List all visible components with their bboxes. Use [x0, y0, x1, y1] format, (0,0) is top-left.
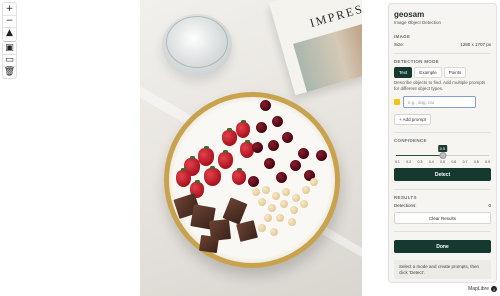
hazelnut: [270, 228, 278, 236]
strawberry: [218, 150, 233, 169]
hazelnut: [282, 188, 290, 196]
divider: [394, 189, 491, 190]
cherry: [316, 150, 327, 161]
hazelnut: [290, 206, 298, 214]
tick-label: 0.9: [485, 160, 490, 164]
strawberry: [176, 168, 191, 187]
cherry: [298, 148, 309, 159]
status-message: Select a mode and create prompts, then c…: [394, 260, 491, 279]
hazelnut: [302, 186, 310, 194]
hazelnut: [258, 198, 266, 206]
rectangle-tool-icon[interactable]: ▭: [3, 54, 16, 66]
prompt-color-swatch[interactable]: [394, 99, 400, 105]
trash-icon[interactable]: 🗑: [3, 66, 16, 78]
cherry: [252, 142, 263, 153]
image-size-value: 1280 x 1707 px: [460, 42, 491, 47]
detections-label: Detections:: [394, 203, 417, 208]
image-size-label: Size:: [394, 42, 405, 47]
divider: [394, 53, 491, 54]
panel-subtitle: Image Object Detection: [394, 20, 442, 25]
image-size-row: Size: 1280 x 1707 px: [394, 42, 491, 47]
mode-tab-example[interactable]: Example: [414, 67, 442, 78]
hazelnut: [272, 192, 280, 200]
add-prompt-button[interactable]: + Add prompt: [394, 114, 431, 125]
prompt-input[interactable]: [403, 96, 476, 108]
image-section-heading: IMAGE: [394, 34, 411, 39]
book-image: IMPRES: [268, 0, 362, 96]
map-attribution: MapLibre i: [468, 286, 497, 292]
bbox-tool-icon[interactable]: ▣: [3, 42, 16, 54]
cherry: [290, 160, 301, 171]
attribution-text[interactable]: MapLibre: [468, 286, 489, 292]
confidence-value-badge: 0.5: [437, 145, 448, 152]
divider: [394, 231, 491, 232]
hazelnut: [252, 188, 260, 196]
hazelnut: [292, 194, 300, 202]
detections-count: 0: [488, 203, 491, 208]
hazelnut: [262, 186, 270, 194]
strawberry: [222, 128, 237, 146]
detections-row: Detections: 0: [394, 203, 491, 208]
confidence-ticks: 0.1 0.2 0.3 0.4 0.5 0.6 0.7 0.8 0.9: [394, 160, 491, 164]
draw-control-group: ▣ ▭ 🗑: [3, 42, 16, 78]
cherry: [268, 140, 279, 151]
tick-label: 0.5: [440, 160, 445, 164]
slider-thumb[interactable]: [439, 152, 446, 159]
tick-label: 0.3: [417, 160, 423, 164]
mode-description: Describe objects to find. Add multiple p…: [394, 80, 486, 91]
hazelnut: [300, 200, 308, 208]
done-button[interactable]: Done: [394, 240, 491, 253]
hazelnut: [280, 200, 288, 208]
detection-panel: geosam Image Object Detection IMAGE Size…: [388, 3, 497, 283]
slider-fill: [396, 155, 441, 156]
clear-results-button[interactable]: Clear Results: [394, 212, 491, 224]
mode-tab-text[interactable]: Text: [394, 67, 413, 78]
strawberry: [204, 166, 221, 186]
divider: [394, 132, 491, 133]
strawberry: [198, 146, 214, 166]
tick-label: 0.6: [451, 160, 457, 164]
info-icon[interactable]: i: [491, 286, 497, 292]
tick-label: 0.4: [428, 160, 434, 164]
confidence-heading: CONFIDENCE: [394, 138, 427, 143]
cherry: [282, 132, 293, 143]
cherry: [272, 116, 283, 127]
image-canvas[interactable]: IMPRES: [140, 0, 362, 296]
cherry: [264, 158, 275, 169]
mode-tab-points[interactable]: Points: [443, 67, 467, 78]
hazelnut: [268, 204, 276, 212]
cherry: [260, 100, 271, 111]
detection-mode-heading: DETECTION MODE: [394, 59, 439, 64]
mode-selector: Text Example Points: [394, 67, 491, 78]
detect-button[interactable]: Detect: [394, 168, 491, 181]
results-heading: RESULTS: [394, 195, 417, 200]
confidence-slider[interactable]: 0.5: [394, 145, 491, 160]
zoom-out-button[interactable]: −: [3, 15, 16, 27]
compass-button[interactable]: ▲: [3, 27, 16, 39]
hazelnut: [258, 224, 266, 232]
cherry: [276, 172, 287, 183]
hazelnut: [310, 178, 318, 186]
cherry: [248, 176, 259, 187]
chocolate-piece: [198, 234, 220, 254]
hazelnut: [276, 214, 284, 222]
cherry: [256, 122, 267, 133]
tick-label: 0.7: [462, 160, 468, 164]
water-glass-rim: [166, 16, 228, 68]
prompt-row: [394, 96, 491, 108]
strawberry: [232, 168, 246, 185]
tick-label: 0.8: [473, 160, 479, 164]
tick-label: 0.1: [395, 160, 400, 164]
book-cover-art: [293, 17, 362, 92]
panel-title: geosam: [394, 10, 425, 19]
hazelnut: [288, 218, 296, 226]
zoom-control-group: + − ▲: [3, 3, 16, 41]
strawberry: [236, 120, 250, 138]
hazelnut: [264, 214, 272, 222]
tick-label: 0.2: [406, 160, 412, 164]
zoom-in-button[interactable]: +: [3, 3, 16, 15]
